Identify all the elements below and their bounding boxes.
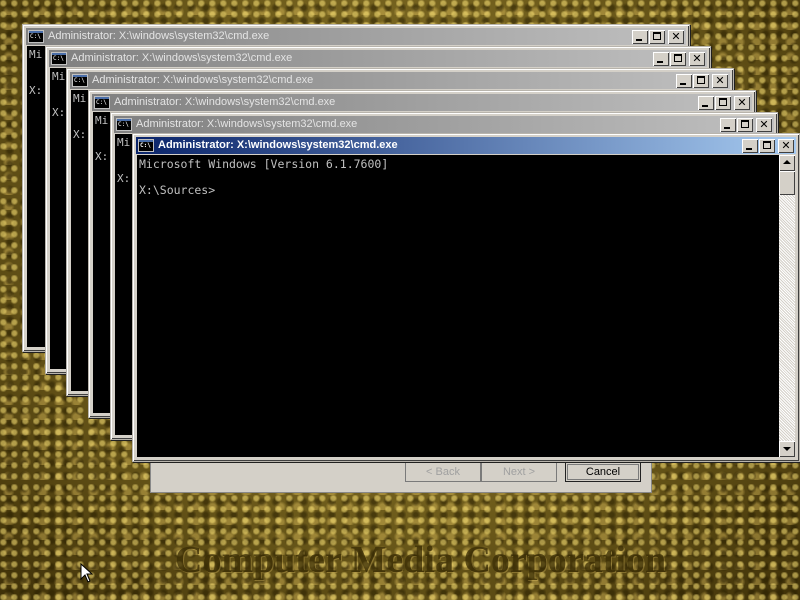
scroll-down-button[interactable]	[779, 441, 795, 457]
desktop-watermark: Computer Media Corporation	[175, 539, 667, 581]
title-bar[interactable]: C:\ Administrator: X:\windows\system32\c…	[26, 28, 686, 45]
cmd-icon[interactable]: C:\	[116, 118, 132, 131]
console-area[interactable]: Microsoft Windows [Version 6.1.7600] X:\…	[137, 155, 779, 457]
mouse-pointer-icon	[80, 563, 94, 583]
maximize-button[interactable]	[759, 138, 775, 153]
close-icon: ✕	[715, 73, 725, 87]
maximize-icon	[741, 119, 749, 128]
minimize-button[interactable]	[676, 73, 692, 88]
window-title: Administrator: X:\windows\system32\cmd.e…	[158, 139, 398, 151]
console-line: Mi	[29, 48, 43, 61]
maximize-icon	[719, 97, 727, 106]
title-bar[interactable]: C:\ Administrator: X:\windows\system32\c…	[92, 94, 752, 111]
close-icon: ✕	[671, 29, 681, 43]
arrow-up-icon	[783, 160, 791, 164]
minimize-button[interactable]	[698, 95, 714, 110]
cmd-icon[interactable]: C:\	[138, 139, 154, 152]
title-bar[interactable]: C:\ Administrator: X:\windows\system32\c…	[49, 50, 707, 67]
close-button[interactable]: ✕	[778, 138, 794, 153]
maximize-button[interactable]	[693, 73, 709, 88]
console-output: Microsoft Windows [Version 6.1.7600] X:\…	[139, 157, 389, 197]
title-bar[interactable]: C:\ Administrator: X:\windows\system32\c…	[136, 137, 796, 154]
cmd-icon[interactable]: C:\	[72, 74, 88, 87]
window-title: Administrator: X:\windows\system32\cmd.e…	[136, 118, 358, 130]
maximize-icon	[653, 31, 661, 40]
maximize-icon	[763, 140, 771, 149]
console-line: Mi	[73, 92, 87, 105]
minimize-button[interactable]	[720, 117, 736, 132]
console-line: Mi	[52, 70, 66, 83]
console-line: X:	[52, 106, 66, 119]
minimize-icon	[724, 126, 730, 129]
cancel-button[interactable]: Cancel	[565, 462, 641, 482]
console-line: X:	[73, 128, 87, 141]
vertical-scrollbar[interactable]	[779, 155, 795, 457]
scroll-up-button[interactable]	[779, 155, 795, 171]
close-icon: ✕	[759, 117, 769, 131]
console-line: X:	[95, 150, 109, 163]
close-icon: ✕	[781, 138, 791, 152]
console-line: Mi	[117, 136, 131, 149]
maximize-button[interactable]	[737, 117, 753, 132]
next-button[interactable]: Next >	[481, 462, 557, 482]
minimize-button[interactable]	[742, 138, 758, 153]
close-button[interactable]: ✕	[668, 29, 684, 44]
console-line: X:	[117, 172, 131, 185]
cmd-icon[interactable]: C:\	[94, 96, 110, 109]
window-title: Administrator: X:\windows\system32\cmd.e…	[71, 52, 293, 64]
cmd-icon[interactable]: C:\	[28, 30, 44, 43]
maximize-icon	[697, 75, 705, 84]
close-icon: ✕	[737, 95, 747, 109]
minimize-icon	[702, 104, 708, 107]
minimize-icon	[636, 38, 642, 41]
close-button[interactable]: ✕	[689, 51, 705, 66]
minimize-button[interactable]	[653, 51, 669, 66]
desktop: Computer Media Corporation < Back Next >…	[0, 0, 800, 600]
cmd-icon[interactable]: C:\	[51, 52, 67, 65]
window-title: Administrator: X:\windows\system32\cmd.e…	[48, 30, 270, 42]
minimize-icon	[657, 60, 663, 63]
window-title: Administrator: X:\windows\system32\cmd.e…	[92, 74, 314, 86]
console-line: X:	[29, 84, 43, 97]
title-bar[interactable]: C:\ Administrator: X:\windows\system32\c…	[114, 116, 774, 133]
scroll-thumb[interactable]	[779, 171, 795, 195]
maximize-icon	[674, 53, 682, 62]
maximize-button[interactable]	[715, 95, 731, 110]
close-button[interactable]: ✕	[712, 73, 728, 88]
minimize-icon	[746, 147, 752, 150]
maximize-button[interactable]	[670, 51, 686, 66]
title-bar[interactable]: C:\ Administrator: X:\windows\system32\c…	[70, 72, 730, 89]
close-icon: ✕	[692, 51, 702, 65]
minimize-icon	[680, 82, 686, 85]
console-line: Mi	[95, 114, 109, 127]
back-button[interactable]: < Back	[405, 462, 481, 482]
maximize-button[interactable]	[649, 29, 665, 44]
close-button[interactable]: ✕	[756, 117, 772, 132]
arrow-down-icon	[783, 447, 791, 451]
window-title: Administrator: X:\windows\system32\cmd.e…	[114, 96, 336, 108]
close-button[interactable]: ✕	[734, 95, 750, 110]
minimize-button[interactable]	[632, 29, 648, 44]
cmd-window-active[interactable]: C:\ Administrator: X:\windows\system32\c…	[132, 133, 800, 462]
